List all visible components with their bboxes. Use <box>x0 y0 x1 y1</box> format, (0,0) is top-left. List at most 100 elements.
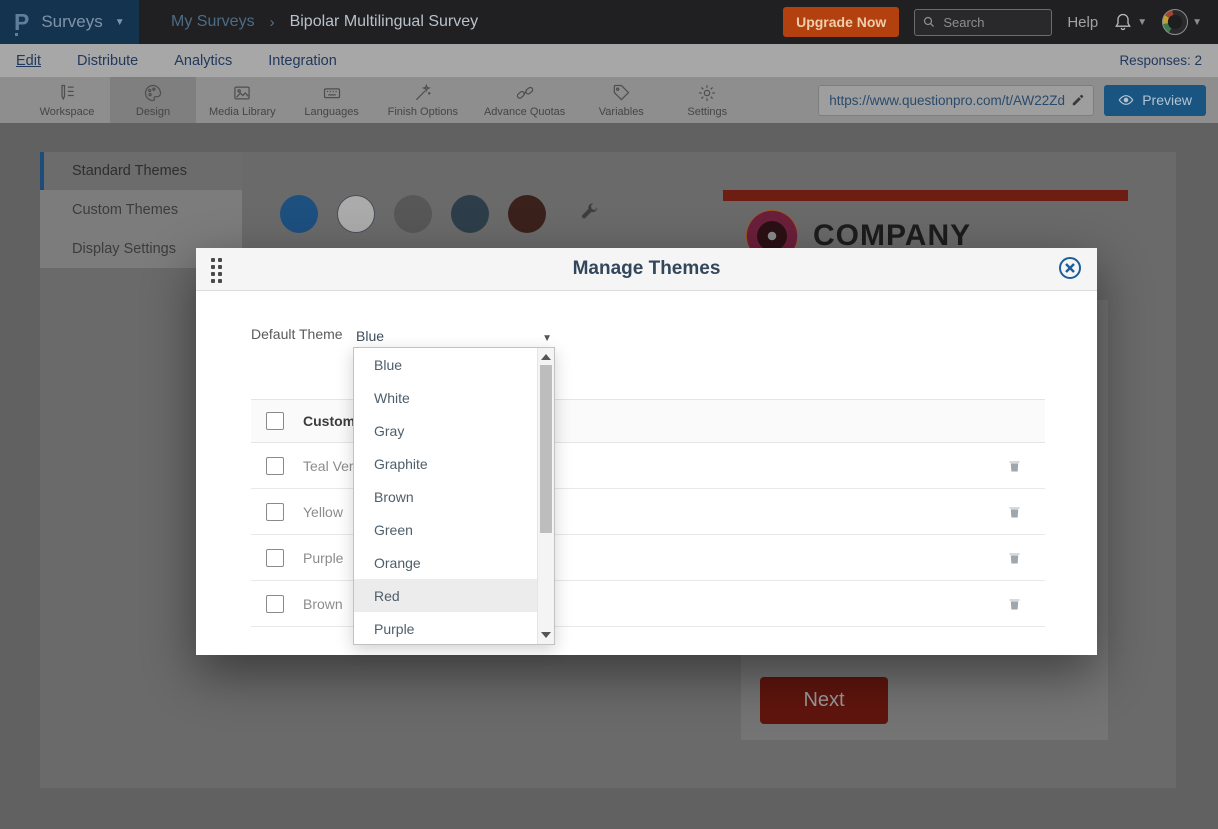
dropdown-option-green[interactable]: Green <box>354 513 537 546</box>
dropdown-option-blue[interactable]: Blue <box>354 348 537 381</box>
finish-options-icon <box>413 83 433 103</box>
help-link[interactable]: Help <box>1067 14 1098 31</box>
breadcrumb-separator: › <box>270 14 275 31</box>
account-menu[interactable]: ▼ <box>1162 9 1202 35</box>
edit-toolbar: Workspace Design Media Library Languages… <box>0 77 1218 123</box>
settings-icon <box>697 83 717 103</box>
pencil-icon[interactable] <box>1071 93 1085 107</box>
upgrade-now-button[interactable]: Upgrade Now <box>783 7 899 37</box>
trash-icon <box>1007 457 1022 474</box>
breadcrumb-my-surveys[interactable]: My Surveys <box>171 13 255 31</box>
row-checkbox[interactable] <box>266 457 284 475</box>
tool-languages[interactable]: Languages <box>289 77 375 123</box>
tool-finish-options[interactable]: Finish Options <box>375 77 471 123</box>
theme-swatch-brown[interactable] <box>508 195 546 233</box>
chevron-down-icon: ▼ <box>1192 17 1202 28</box>
search-icon <box>923 16 935 28</box>
tool-workspace[interactable]: Workspace <box>24 77 110 123</box>
wrench-icon <box>579 202 599 222</box>
delete-theme-button[interactable] <box>1007 457 1022 479</box>
chevron-down-icon: ▼ <box>115 17 125 28</box>
scrollbar-thumb[interactable] <box>540 365 552 533</box>
next-button[interactable]: Next <box>760 677 888 724</box>
manage-themes-modal: Manage Themes Default Theme Blue ▼ Custo… <box>196 248 1097 655</box>
dropdown-option-gray[interactable]: Gray <box>354 414 537 447</box>
survey-url-input[interactable] <box>827 92 1071 109</box>
tool-advance-quotas[interactable]: Advance Quotas <box>471 77 578 123</box>
advance-quotas-icon <box>515 83 535 103</box>
trash-icon <box>1007 503 1022 520</box>
theme-dropdown: Blue White Gray Graphite Brown Green Ora… <box>353 347 555 645</box>
preview-button[interactable]: Preview <box>1104 85 1206 116</box>
default-theme-select[interactable]: Blue ▼ <box>356 316 552 351</box>
dropdown-option-red[interactable]: Red <box>354 579 537 612</box>
app-window: P Surveys ▼ My Surveys › Bipolar Multili… <box>0 0 1218 829</box>
scroll-up-icon[interactable] <box>541 354 551 360</box>
row-checkbox[interactable] <box>266 549 284 567</box>
theme-swatch-gray[interactable] <box>394 195 432 233</box>
trash-icon <box>1007 549 1022 566</box>
tool-design[interactable]: Design <box>110 77 196 123</box>
workspace-icon <box>57 83 77 103</box>
scroll-down-icon[interactable] <box>541 632 551 638</box>
caret-down-icon: ▼ <box>542 333 552 344</box>
theme-swatch-row <box>280 195 599 233</box>
breadcrumb: My Surveys › Bipolar Multilingual Survey <box>171 13 478 31</box>
dropdown-option-orange[interactable]: Orange <box>354 546 537 579</box>
select-all-checkbox[interactable] <box>266 412 284 430</box>
row-checkbox[interactable] <box>266 503 284 521</box>
dropdown-option-white[interactable]: White <box>354 381 537 414</box>
modal-header: Manage Themes <box>196 248 1097 291</box>
media-library-icon <box>232 83 252 103</box>
drag-handle-icon[interactable] <box>211 258 222 283</box>
theme-swatch-graphite[interactable] <box>451 195 489 233</box>
eye-icon <box>1118 92 1134 108</box>
survey-title: Bipolar Multilingual Survey <box>290 13 479 31</box>
dropdown-option-brown[interactable]: Brown <box>354 480 537 513</box>
search-input[interactable] <box>941 14 1043 31</box>
close-icon <box>1065 263 1075 273</box>
tool-media-library[interactable]: Media Library <box>196 77 289 123</box>
product-switcher[interactable]: P Surveys ▼ <box>0 0 139 44</box>
variables-icon <box>611 83 631 103</box>
trash-icon <box>1007 595 1022 612</box>
delete-theme-button[interactable] <box>1007 595 1022 617</box>
default-theme-label: Default Theme <box>251 326 343 342</box>
notifications-button[interactable]: ▼ <box>1113 12 1147 32</box>
close-button[interactable] <box>1059 257 1081 279</box>
dropdown-option-graphite[interactable]: Graphite <box>354 447 537 480</box>
dropdown-options: Blue White Gray Graphite Brown Green Ora… <box>354 348 537 644</box>
tab-integration[interactable]: Integration <box>268 53 337 69</box>
top-bar: P Surveys ▼ My Surveys › Bipolar Multili… <box>0 0 1218 44</box>
questionpro-logo: P <box>14 11 29 34</box>
top-bar-actions: Upgrade Now Help ▼ ▼ <box>783 7 1218 37</box>
selected-theme-value: Blue <box>356 328 384 344</box>
product-name: Surveys <box>41 12 102 32</box>
customize-theme-button[interactable] <box>579 202 599 227</box>
tool-variables[interactable]: Variables <box>578 77 664 123</box>
theme-swatch-white[interactable] <box>337 195 375 233</box>
tab-edit[interactable]: Edit <box>16 53 41 69</box>
sidebar-item-custom-themes[interactable]: Custom Themes <box>40 190 242 229</box>
row-checkbox[interactable] <box>266 595 284 613</box>
dropdown-scrollbar[interactable] <box>537 348 554 644</box>
tool-settings[interactable]: Settings <box>664 77 750 123</box>
sidebar-item-standard-themes[interactable]: Standard Themes <box>40 152 242 190</box>
responses-count: Responses: 2 <box>1119 53 1202 68</box>
modal-title: Manage Themes <box>573 258 721 280</box>
survey-nav: Edit Distribute Analytics Integration Re… <box>0 44 1218 77</box>
languages-icon <box>322 83 342 103</box>
avatar <box>1162 9 1188 35</box>
delete-theme-button[interactable] <box>1007 549 1022 571</box>
search-box[interactable] <box>914 9 1052 36</box>
chevron-down-icon: ▼ <box>1137 17 1147 28</box>
design-icon <box>143 83 163 103</box>
survey-url-box <box>818 85 1094 116</box>
theme-swatch-blue[interactable] <box>280 195 318 233</box>
dropdown-option-purple[interactable]: Purple <box>354 612 537 645</box>
preview-accent-bar <box>723 190 1128 201</box>
bell-icon <box>1113 12 1133 32</box>
delete-theme-button[interactable] <box>1007 503 1022 525</box>
tab-distribute[interactable]: Distribute <box>77 53 138 69</box>
tab-analytics[interactable]: Analytics <box>174 53 232 69</box>
